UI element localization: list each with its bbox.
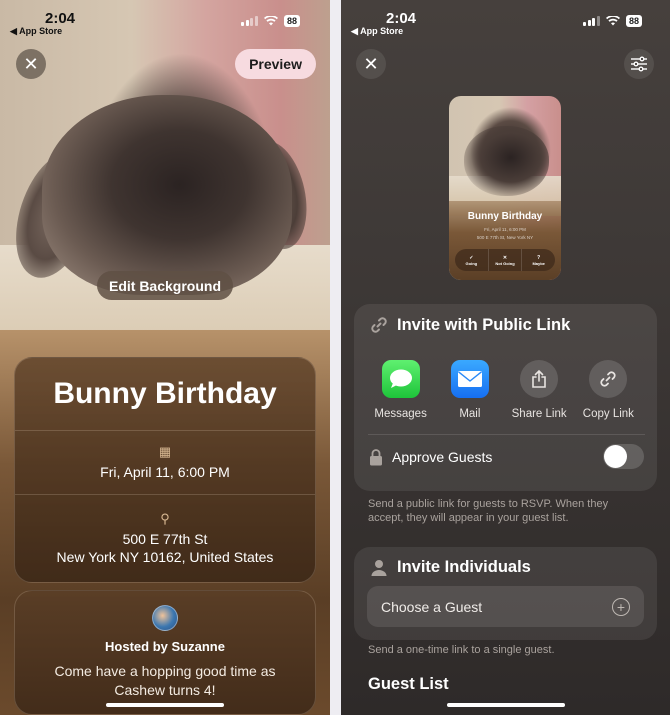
status-bar: 2:04 ◀ App Store 88 [341,0,670,40]
location-pin-icon: ⚲ [160,510,170,526]
status-time: 2:04 [45,10,76,27]
host-card: Hosted by Suzanne Come have a hopping go… [14,590,316,715]
share-messages[interactable]: Messages [366,360,435,420]
status-bar: 2:04 ◀ App Store 88 [0,0,330,40]
plus-circle-icon: + [612,597,630,616]
hosted-by-label: Hosted by Suzanne [105,639,225,654]
close-button[interactable]: ✕ [16,49,46,79]
invite-guests-screen: 2:04 ◀ App Store 88 ✕ Bunny Birthday Fri… [341,0,670,715]
calendar-add-icon: ▦ [158,444,172,459]
preview-date: Fri, April 11, 6:00 PM [484,227,526,232]
individuals-footnote: Send a one-time link to a single guest. [368,644,555,656]
public-link-footnote: Send a public link for guests to RSVP. W… [368,498,609,524]
cellular-signal-icon [583,16,600,26]
choose-guest-button[interactable]: Choose a Guest + [367,586,644,627]
event-editor-screen: 2:04 ◀ App Store 88 ✕ Preview Edit Backg… [0,0,330,715]
event-title[interactable]: Bunny Birthday [15,358,315,431]
copy-link[interactable]: Copy Link [574,360,643,420]
share-mail[interactable]: Mail [435,360,504,420]
battery-indicator: 88 [625,15,642,27]
address-line-2: New York NY 10162, United States [56,548,274,565]
messages-icon [381,360,420,398]
address-line-1: 500 E 77th St [122,530,208,547]
choose-guest-label: Choose a Guest [381,598,483,615]
close-icon: ✕ [23,53,39,74]
sliders-icon [631,56,647,72]
home-indicator[interactable] [446,703,565,707]
battery-indicator: 88 [283,15,300,27]
status-time: 2:04 [386,10,417,27]
event-details-card: Bunny Birthday ▦ Fri, April 11, 6:00 PM … [14,357,316,583]
wifi-icon [263,16,278,26]
back-to-app-store-link[interactable]: ◀ App Store [351,26,403,37]
person-icon [371,559,387,576]
rsvp-not-going: ✕ Not Going [489,249,523,271]
edit-background-button[interactable]: Edit Background [97,271,233,300]
settings-button[interactable] [624,49,654,79]
event-date: Fri, April 11, 6:00 PM [100,464,230,480]
approve-guests-row: Approve Guests [354,435,657,469]
approve-guests-label: Approve Guests [392,448,493,465]
preview-rsvp-bar: ✓ Going ✕ Not Going ? Maybe [455,249,555,271]
close-icon: ✕ [363,53,379,74]
back-to-app-store-link[interactable]: ◀ App Store [10,26,62,37]
screen-divider [330,0,341,715]
share-icon [520,360,559,398]
mail-icon [450,360,489,398]
event-description[interactable]: Come have a hopping good time as Cashew … [40,662,290,700]
wifi-icon [605,16,620,26]
invite-individuals-title: Invite Individuals [397,558,531,576]
link-icon [371,317,387,333]
invitation-preview-card[interactable]: Bunny Birthday Fri, April 11, 6:00 PM 50… [449,96,561,280]
rsvp-going: ✓ Going [455,249,489,271]
invite-individuals-panel: Invite Individuals Choose a Guest + [354,547,657,640]
link-icon [589,360,628,398]
public-link-title: Invite with Public Link [397,315,571,334]
approve-guests-toggle[interactable] [603,444,644,469]
preview-address: 500 E 77th St, New York NY [476,235,534,240]
host-avatar [152,605,178,631]
cellular-signal-icon [241,16,258,26]
event-location-row[interactable]: ⚲ 500 E 77th St New York NY 10162, Unite… [15,495,315,581]
preview-title: Bunny Birthday [467,211,543,222]
rsvp-maybe: ? Maybe [532,254,545,266]
lock-icon [370,448,382,465]
share-link[interactable]: Share Link [505,360,574,420]
home-indicator[interactable] [106,703,224,707]
event-date-row[interactable]: ▦ Fri, April 11, 6:00 PM [15,431,315,495]
guest-list-heading: Guest List [368,675,449,693]
public-link-panel: Invite with Public Link Messages Mail Sh… [354,304,657,491]
preview-button[interactable]: Preview [235,49,316,79]
close-button[interactable]: ✕ [356,49,386,79]
